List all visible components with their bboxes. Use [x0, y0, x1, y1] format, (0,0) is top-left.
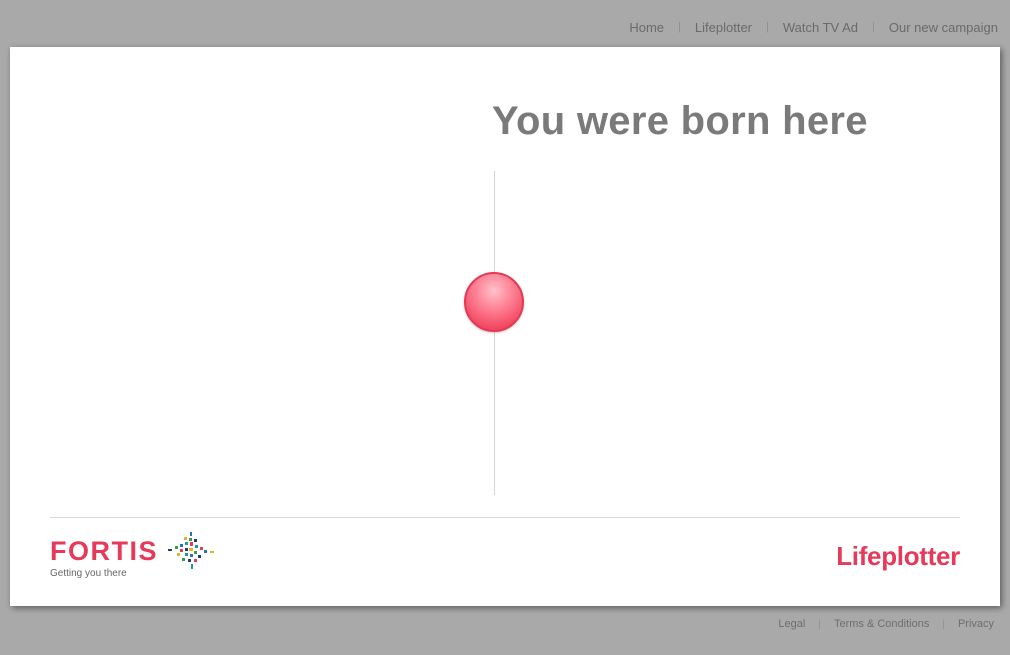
lifeplotter-logo[interactable]: Lifeplotter — [836, 541, 960, 571]
footer-divider — [50, 517, 960, 518]
footer-terms-link[interactable]: Terms & Conditions — [834, 618, 929, 630]
main-panel: You were born here FORTIS Getting you th… — [10, 47, 1000, 606]
nav-separator: | — [678, 21, 681, 33]
footer-nav: Legal | Terms & Conditions | Privacy — [778, 618, 994, 630]
timeline-line — [494, 171, 495, 495]
nav-separator: | — [766, 21, 769, 33]
nav-lifeplotter-link[interactable]: Lifeplotter — [695, 20, 752, 35]
nav-watch-tv-ad-link[interactable]: Watch TV Ad — [783, 20, 858, 35]
fortis-logo[interactable]: FORTIS Getting you there — [50, 531, 220, 581]
footer-legal-link[interactable]: Legal — [778, 618, 805, 630]
brand-name: FORTIS — [50, 536, 158, 566]
nav-our-new-campaign-link[interactable]: Our new campaign — [889, 20, 998, 35]
top-nav: Home | Lifeplotter | Watch TV Ad | Our n… — [629, 18, 998, 36]
footer-separator: | — [942, 618, 945, 630]
nav-home-link[interactable]: Home — [629, 20, 664, 35]
nav-separator: | — [872, 21, 875, 33]
footer-privacy-link[interactable]: Privacy — [958, 618, 994, 630]
brand-tagline: Getting you there — [50, 568, 127, 579]
headline: You were born here — [492, 99, 868, 143]
birth-marker[interactable] — [464, 272, 524, 332]
fortis-mosaic-star-icon — [168, 532, 214, 569]
footer-separator: | — [818, 618, 821, 630]
